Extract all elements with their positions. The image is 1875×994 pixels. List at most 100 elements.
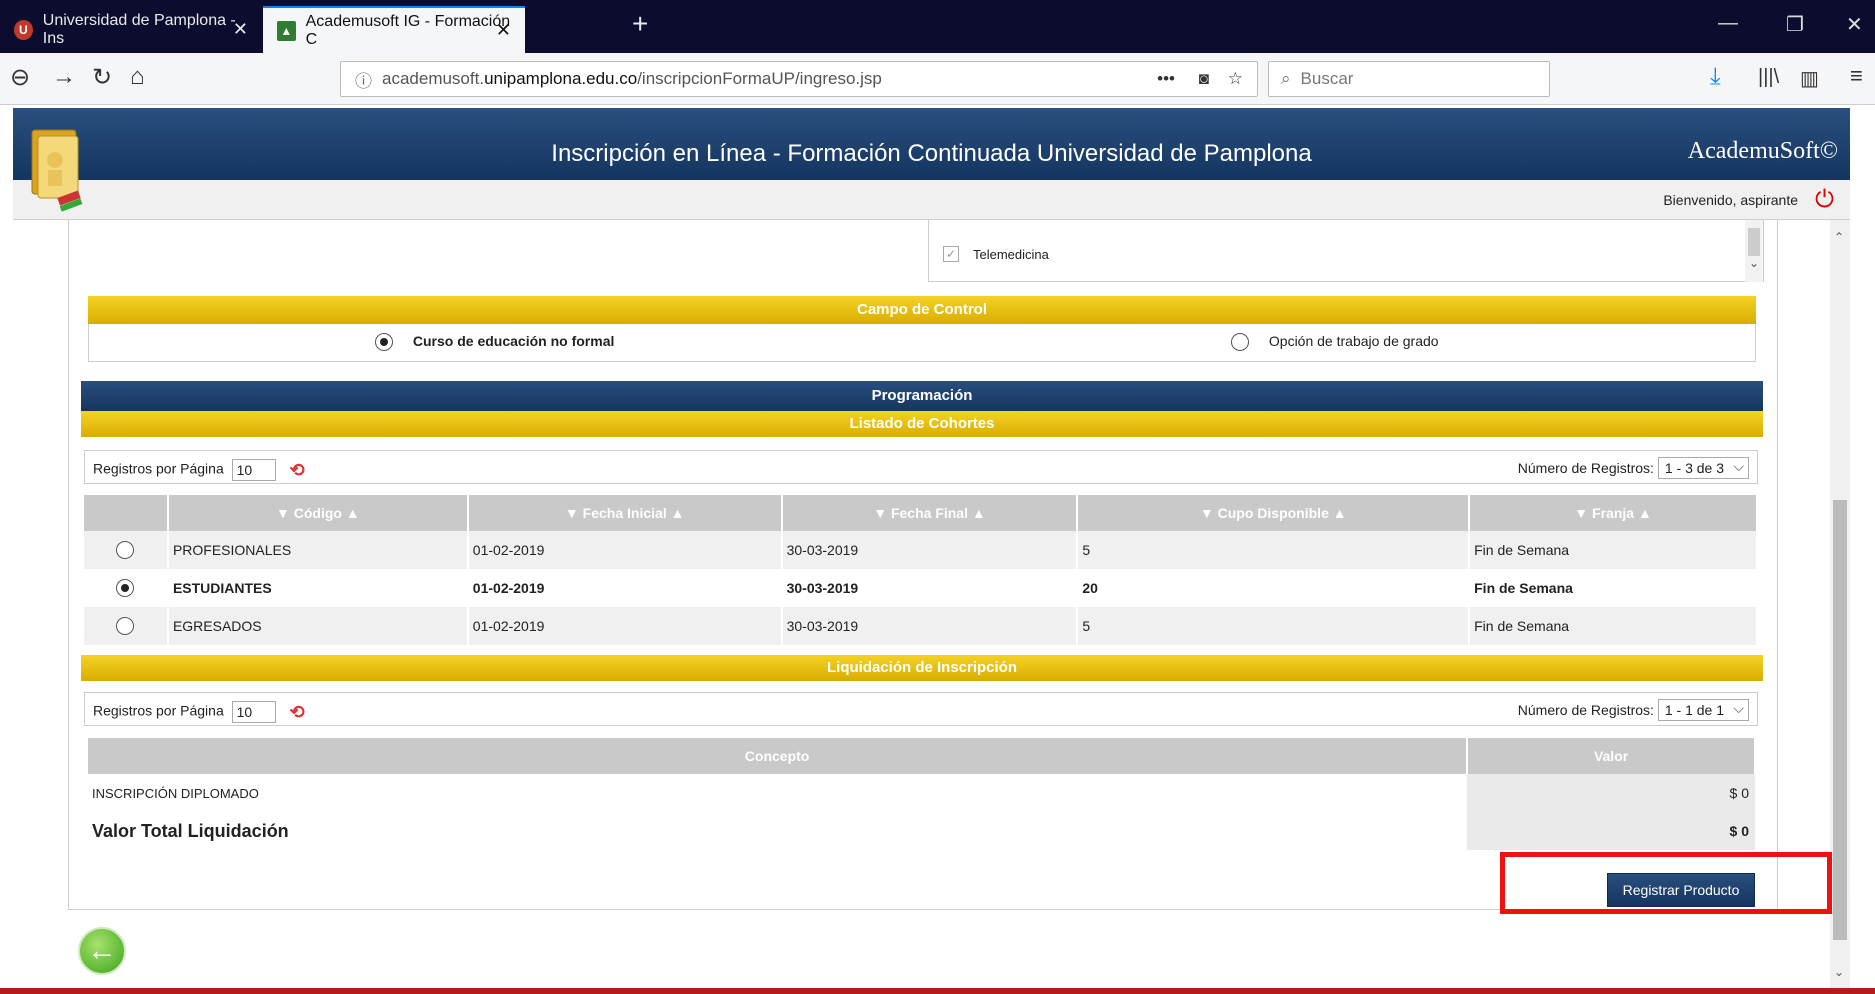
column-header-codigo[interactable]: ▼ Código ▲	[167, 495, 469, 531]
new-tab-button[interactable]: +	[632, 8, 648, 40]
sidebar-icon[interactable]: ▥	[1800, 66, 1819, 91]
cell-codigo: ESTUDIANTES	[167, 569, 469, 607]
url-path: /inscripcionFormaUP/ingreso.jsp	[637, 69, 882, 88]
brand-name: AcademuSoft©	[1687, 138, 1838, 164]
cell-fecha-final: 30-03-2019	[781, 569, 1079, 607]
folder-logo-icon	[31, 129, 83, 212]
cohorte-radio[interactable]	[116, 579, 135, 598]
cell-cupo: 20	[1077, 569, 1471, 607]
close-tab-icon[interactable]: ✕	[233, 19, 248, 40]
cell-valor: $ 0	[1467, 774, 1755, 812]
close-tab-icon[interactable]: ✕	[496, 20, 511, 41]
logout-power-icon[interactable]: ⏻	[1815, 186, 1834, 214]
back-icon[interactable]: ⊖	[10, 63, 30, 92]
total-label: Valor Total Liquidación	[92, 820, 289, 841]
per-page-input[interactable]: 10	[231, 701, 276, 723]
tab-academusoft[interactable]: ▲ Academusoft IG - Formación C ✕	[263, 6, 525, 53]
cell-fecha-final: 30-03-2019	[781, 531, 1079, 569]
scroll-up-icon[interactable]: ⌃	[1834, 230, 1844, 244]
cell-codigo: EGRESADOS	[167, 607, 469, 645]
university-favicon-icon: U	[14, 19, 33, 40]
checkbox[interactable]: ✓	[943, 246, 959, 262]
cell-franja: Fin de Semana	[1469, 569, 1758, 607]
table-row[interactable]: EGRESADOS 01-02-2019 30-03-2019 5 Fin de…	[84, 607, 1758, 645]
column-header-fecha-inicial[interactable]: ▼ Fecha Inicial ▲	[467, 495, 783, 531]
lines-listbox[interactable]: ✓ Telemedicina ⌄	[928, 220, 1764, 282]
table-row: INSCRIPCIÓN DIPLOMADO $ 0	[88, 774, 1755, 812]
table-header-row: ▼ Código ▲ ▼ Fecha Inicial ▲ ▼ Fecha Fin…	[84, 495, 1758, 531]
count-select[interactable]: 1 - 3 de 3	[1657, 457, 1749, 479]
close-window-icon[interactable]: ✕	[1846, 12, 1863, 37]
list-item[interactable]: ✓ Telemedicina	[943, 246, 1049, 262]
cell-cupo: 5	[1077, 607, 1471, 645]
table-row[interactable]: ESTUDIANTES 01-02-2019 30-03-2019 20 Fin…	[84, 569, 1758, 607]
bookmark-star-icon[interactable]: ☆	[1228, 69, 1243, 89]
search-icon: ⌕	[1281, 69, 1291, 88]
list-item-label: Telemedicina	[973, 246, 1049, 262]
browser-tab-bar: U Universidad de Pamplona - Ins ✕ ▲ Acad…	[0, 0, 1875, 53]
url-bar[interactable]: ⓘ academusoft. unipamplona.edu.co/inscrip…	[340, 61, 1258, 97]
cell-franja: Fin de Semana	[1469, 607, 1758, 645]
page-title: Inscripción en Línea - Formación Continu…	[551, 140, 1312, 167]
register-product-button[interactable]: Registrar Producto	[1607, 873, 1755, 907]
browser-nav-bar: ⊖ → ↻ ⌂ ⓘ academusoft. unipamplona.edu.co…	[0, 53, 1875, 105]
pocket-icon[interactable]: ◙	[1199, 69, 1209, 89]
select-column-header	[84, 495, 169, 531]
home-icon[interactable]: ⌂	[130, 63, 145, 91]
scroll-down-icon[interactable]: ⌄	[1834, 965, 1844, 979]
table-header-row: Concepto Valor	[88, 738, 1756, 774]
programacion-header: Programación	[81, 381, 1763, 411]
total-value: $ 0	[1467, 812, 1755, 850]
per-page-control: Registros por Página 10 ⟲	[93, 459, 305, 481]
cell-fecha-inicial: 01-02-2019	[467, 569, 783, 607]
column-header-franja[interactable]: ▼ Franja ▲	[1469, 495, 1758, 531]
count-label: Número de Registros:	[1517, 460, 1654, 476]
tab-label: Academusoft IG - Formación C	[305, 12, 511, 48]
reload-icon[interactable]: ↻	[92, 63, 112, 92]
control-section-header: Campo de Control	[88, 296, 1756, 324]
url-prefix: academusoft.	[382, 69, 485, 88]
page-header: Inscripción en Línea - Formación Continu…	[13, 108, 1850, 180]
refresh-icon[interactable]: ⟲	[290, 460, 305, 481]
control-options: Curso de educación no formal Opción de t…	[88, 324, 1756, 362]
refresh-icon[interactable]: ⟲	[290, 702, 305, 723]
trabajo-radio[interactable]	[1231, 333, 1249, 352]
download-icon[interactable]: ⤓	[1710, 63, 1721, 91]
forward-icon[interactable]: →	[52, 63, 76, 91]
cell-fecha-final: 30-03-2019	[781, 607, 1079, 645]
tab-label: Universidad de Pamplona - Ins	[42, 11, 236, 47]
minimize-icon[interactable]: —	[1718, 12, 1738, 35]
info-icon[interactable]: ⓘ	[355, 67, 372, 92]
table-row[interactable]: PROFESIONALES 01-02-2019 30-03-2019 5 Fi…	[84, 531, 1758, 569]
search-input[interactable]: ⌕ Buscar	[1268, 61, 1550, 97]
cell-concepto: INSCRIPCIÓN DIPLOMADO	[92, 785, 259, 801]
curso-label: Curso de educación no formal	[412, 333, 615, 349]
per-page-input[interactable]: 10	[231, 459, 276, 481]
column-header-cupo[interactable]: ▼ Cupo Disponible ▲	[1077, 495, 1471, 531]
option-curso[interactable]: Curso de educación no formal	[375, 333, 615, 352]
welcome-bar: Bienvenido, aspirante ⏻	[13, 180, 1850, 220]
listbox-scrollbar[interactable]: ⌄	[1745, 220, 1763, 282]
page-scrollbar[interactable]: ⌃ ⌄	[1830, 220, 1850, 990]
back-arrow-icon[interactable]: ←	[78, 927, 126, 975]
page-actions-icon[interactable]: •••	[1157, 69, 1175, 89]
tab-universidad[interactable]: U Universidad de Pamplona - Ins ✕	[0, 6, 262, 53]
restore-icon[interactable]: ❐	[1786, 12, 1804, 37]
cohorte-radio[interactable]	[116, 541, 135, 560]
column-header-fecha-final[interactable]: ▼ Fecha Final ▲	[781, 495, 1079, 531]
per-page-label: Registros por Página	[93, 702, 224, 719]
record-count: Número de Registros: 1 - 3 de 3	[1518, 457, 1749, 479]
count-label: Número de Registros:	[1517, 702, 1654, 718]
cohorte-radio[interactable]	[116, 617, 135, 636]
count-select[interactable]: 1 - 1 de 1	[1657, 699, 1749, 721]
option-trabajo[interactable]: Opción de trabajo de grado	[1231, 333, 1439, 352]
curso-radio[interactable]	[375, 333, 393, 352]
url-domain: unipamplona.edu.co	[484, 69, 638, 88]
cohortes-pager: Registros por Página 10 ⟲ Número de Regi…	[84, 450, 1758, 484]
welcome-text: Bienvenido, aspirante	[1663, 192, 1798, 208]
per-page-control: Registros por Página 10 ⟲	[93, 701, 305, 723]
cell-cupo: 5	[1077, 531, 1471, 569]
library-icon[interactable]: |||\	[1758, 66, 1779, 89]
scrollbar-thumb[interactable]	[1833, 500, 1847, 940]
menu-icon[interactable]: ≡	[1850, 63, 1863, 89]
